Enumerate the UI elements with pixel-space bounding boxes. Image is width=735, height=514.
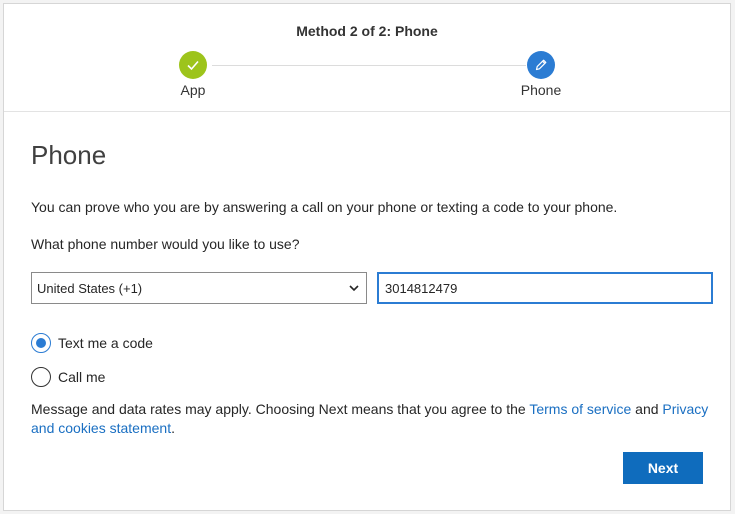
terms-of-service-link[interactable]: Terms of service bbox=[529, 401, 631, 417]
checkmark-icon bbox=[187, 60, 199, 71]
step-app-completed bbox=[179, 51, 207, 79]
disclaimer-suffix: . bbox=[171, 420, 175, 436]
step-label-phone: Phone bbox=[520, 82, 562, 98]
option-text-me-code[interactable]: Text me a code bbox=[31, 333, 153, 353]
option-call-me[interactable]: Call me bbox=[31, 367, 105, 387]
radio-unselected[interactable] bbox=[31, 367, 51, 387]
disclaimer-middle: and bbox=[631, 401, 663, 417]
country-code-select[interactable]: United States (+1) bbox=[31, 272, 367, 304]
phone-question: What phone number would you like to use? bbox=[31, 236, 300, 252]
phone-number-input[interactable] bbox=[377, 272, 713, 304]
step-phone-current bbox=[527, 51, 555, 79]
page-title: Phone bbox=[31, 140, 107, 170]
option-label: Call me bbox=[58, 369, 106, 385]
progress-track bbox=[212, 65, 526, 66]
progress-header: Method 2 of 2: Phone App Phone bbox=[4, 4, 730, 112]
next-button[interactable]: Next bbox=[623, 452, 703, 484]
step-title: Method 2 of 2: Phone bbox=[296, 23, 438, 39]
radio-selected[interactable] bbox=[31, 333, 51, 353]
disclaimer-text: Message and data rates may apply. Choosi… bbox=[31, 400, 721, 438]
chevron-down-icon bbox=[349, 285, 359, 292]
pencil-icon bbox=[535, 59, 547, 71]
description-text: You can prove who you are by answering a… bbox=[31, 199, 618, 215]
country-code-value: United States (+1) bbox=[37, 280, 143, 296]
disclaimer-prefix: Message and data rates may apply. Choosi… bbox=[31, 401, 530, 417]
setup-panel: Method 2 of 2: Phone App Phone Phone You… bbox=[3, 3, 731, 511]
step-label-app: App bbox=[180, 82, 206, 98]
option-label: Text me a code bbox=[58, 335, 153, 351]
